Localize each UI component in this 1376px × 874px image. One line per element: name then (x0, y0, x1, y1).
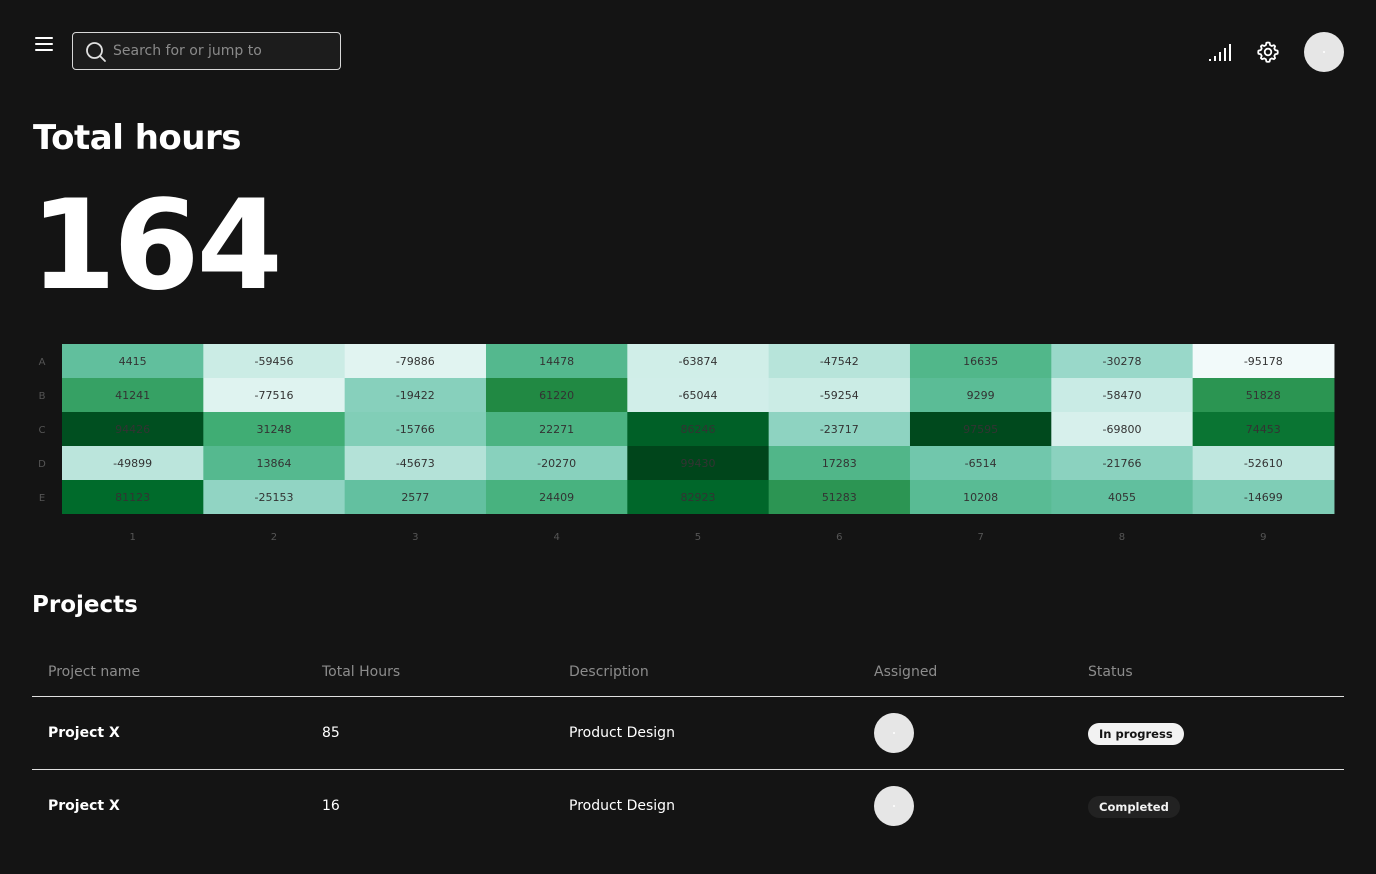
heatmap-cell-value: 4055 (1108, 491, 1136, 504)
menu-icon[interactable] (32, 34, 56, 54)
project-hours: 16 (322, 798, 340, 814)
heatmap-cell-value: -20270 (537, 457, 576, 470)
heatmap-cell-value: -65044 (679, 389, 718, 402)
heatmap-cell-value: 14478 (539, 355, 574, 368)
heatmap-svg: A 4415 -59456 -79886 14478 -63874 -47542 16635 -… (38, 344, 1335, 543)
column-header-description[interactable]: Description (569, 664, 649, 680)
table-row[interactable]: Project X 85 Product Design In progress (32, 697, 1344, 770)
heatmap-cell-value: -59456 (255, 355, 294, 368)
search-box[interactable] (72, 32, 341, 70)
heatmap-row-label: E (39, 493, 45, 504)
heatmap-cell-value: 94426 (115, 423, 150, 436)
heatmap-cell-value: 2577 (401, 491, 429, 504)
assignee-avatar[interactable] (874, 713, 914, 753)
heatmap-cell-value: -52610 (1244, 457, 1283, 470)
heatmap-cell-value: -95178 (1244, 355, 1283, 368)
heatmap-cell-value: 10208 (963, 491, 998, 504)
hours-heatmap: A 4415 -59456 -79886 14478 -63874 -47542 16635 -… (32, 344, 1342, 554)
heatmap-cell-value: -59254 (820, 389, 859, 402)
heatmap-cell-value: -58470 (1102, 389, 1141, 402)
heatmap-cell-value: 24409 (539, 491, 574, 504)
user-avatar[interactable] (1304, 32, 1344, 72)
heatmap-cell-value: -19422 (396, 389, 435, 402)
column-header-project-name[interactable]: Project name (48, 664, 140, 680)
heatmap-row-label: B (39, 391, 46, 402)
projects-title: Projects (32, 592, 138, 618)
heatmap-cell-value: 13864 (256, 457, 291, 470)
heatmap-cell-value: 74453 (1246, 423, 1281, 436)
table-header: Project name Total Hours Description Ass… (32, 648, 1344, 697)
search-icon (86, 42, 106, 62)
heatmap-row-label: A (39, 357, 46, 368)
heatmap-cell-value: 9299 (967, 389, 995, 402)
table-row[interactable]: Project X 16 Product Design Completed (32, 770, 1344, 842)
heatmap-cell-value: -49899 (113, 457, 152, 470)
heatmap-cell-value: -15766 (396, 423, 435, 436)
heatmap-cell-value: 82923 (680, 491, 715, 504)
heatmap-cell-value: 51828 (1246, 389, 1281, 402)
project-name[interactable]: Project X (48, 725, 120, 741)
assignee-avatar[interactable] (874, 786, 914, 826)
project-hours: 85 (322, 725, 340, 741)
heatmap-cell-value: 17283 (822, 457, 857, 470)
heatmap-column-label: 2 (271, 532, 277, 543)
search-input[interactable] (113, 33, 333, 69)
heatmap-cell-value: 86246 (680, 423, 715, 436)
projects-table: Project name Total Hours Description Ass… (32, 648, 1344, 842)
heatmap-column-label: 5 (695, 532, 701, 543)
heatmap-cell-value: 22271 (539, 423, 574, 436)
heatmap-cell-value: -25153 (255, 491, 294, 504)
heatmap-cell-value: 99430 (680, 457, 715, 470)
column-header-total-hours[interactable]: Total Hours (322, 664, 400, 680)
top-bar (0, 0, 1376, 104)
heatmap-cell-value: -63874 (679, 355, 718, 368)
project-description: Product Design (569, 798, 675, 814)
heatmap-cell-value: 61220 (539, 389, 574, 402)
heatmap-cell-value: 16635 (963, 355, 998, 368)
heatmap-cell-value: -30278 (1102, 355, 1141, 368)
column-header-status[interactable]: Status (1088, 664, 1133, 680)
heatmap-cell-value: -69800 (1102, 423, 1141, 436)
total-hours-value: 164 (30, 174, 283, 318)
heatmap-column-label: 9 (1260, 532, 1266, 543)
heatmap-cell-value: 51283 (822, 491, 857, 504)
status-badge: Completed (1088, 796, 1180, 818)
heatmap-cell-value: -21766 (1102, 457, 1141, 470)
heatmap-column-label: 3 (412, 532, 418, 543)
status-badge: In progress (1088, 723, 1184, 745)
heatmap-cell-value: 4415 (119, 355, 147, 368)
heatmap-column-label: 7 (977, 532, 983, 543)
heatmap-cell-value: -79886 (396, 355, 435, 368)
heatmap-column-label: 4 (553, 532, 559, 543)
project-description: Product Design (569, 725, 675, 741)
heatmap-cell-value: -14699 (1244, 491, 1283, 504)
heatmap-cell-value: 31248 (256, 423, 291, 436)
signal-icon[interactable] (1208, 42, 1232, 62)
heatmap-cell-value: -47542 (820, 355, 859, 368)
heatmap-column-label: 1 (129, 532, 135, 543)
heatmap-cell-value: -23717 (820, 423, 859, 436)
heatmap-cell-value: 41241 (115, 389, 150, 402)
heatmap-cell-value: 81123 (115, 491, 150, 504)
heatmap-column-label: 6 (836, 532, 842, 543)
heatmap-cell-value: 97595 (963, 423, 998, 436)
heatmap-column-label: 8 (1119, 532, 1125, 543)
heatmap-cell-value: -6514 (965, 457, 997, 470)
heatmap-row-label: C (39, 425, 46, 436)
page-title: Total hours (33, 118, 242, 158)
project-name[interactable]: Project X (48, 798, 120, 814)
column-header-assigned[interactable]: Assigned (874, 664, 937, 680)
gear-icon[interactable] (1256, 40, 1280, 64)
heatmap-row-label: D (38, 459, 46, 470)
heatmap-cell-value: -77516 (255, 389, 294, 402)
heatmap-cell-value: -45673 (396, 457, 435, 470)
